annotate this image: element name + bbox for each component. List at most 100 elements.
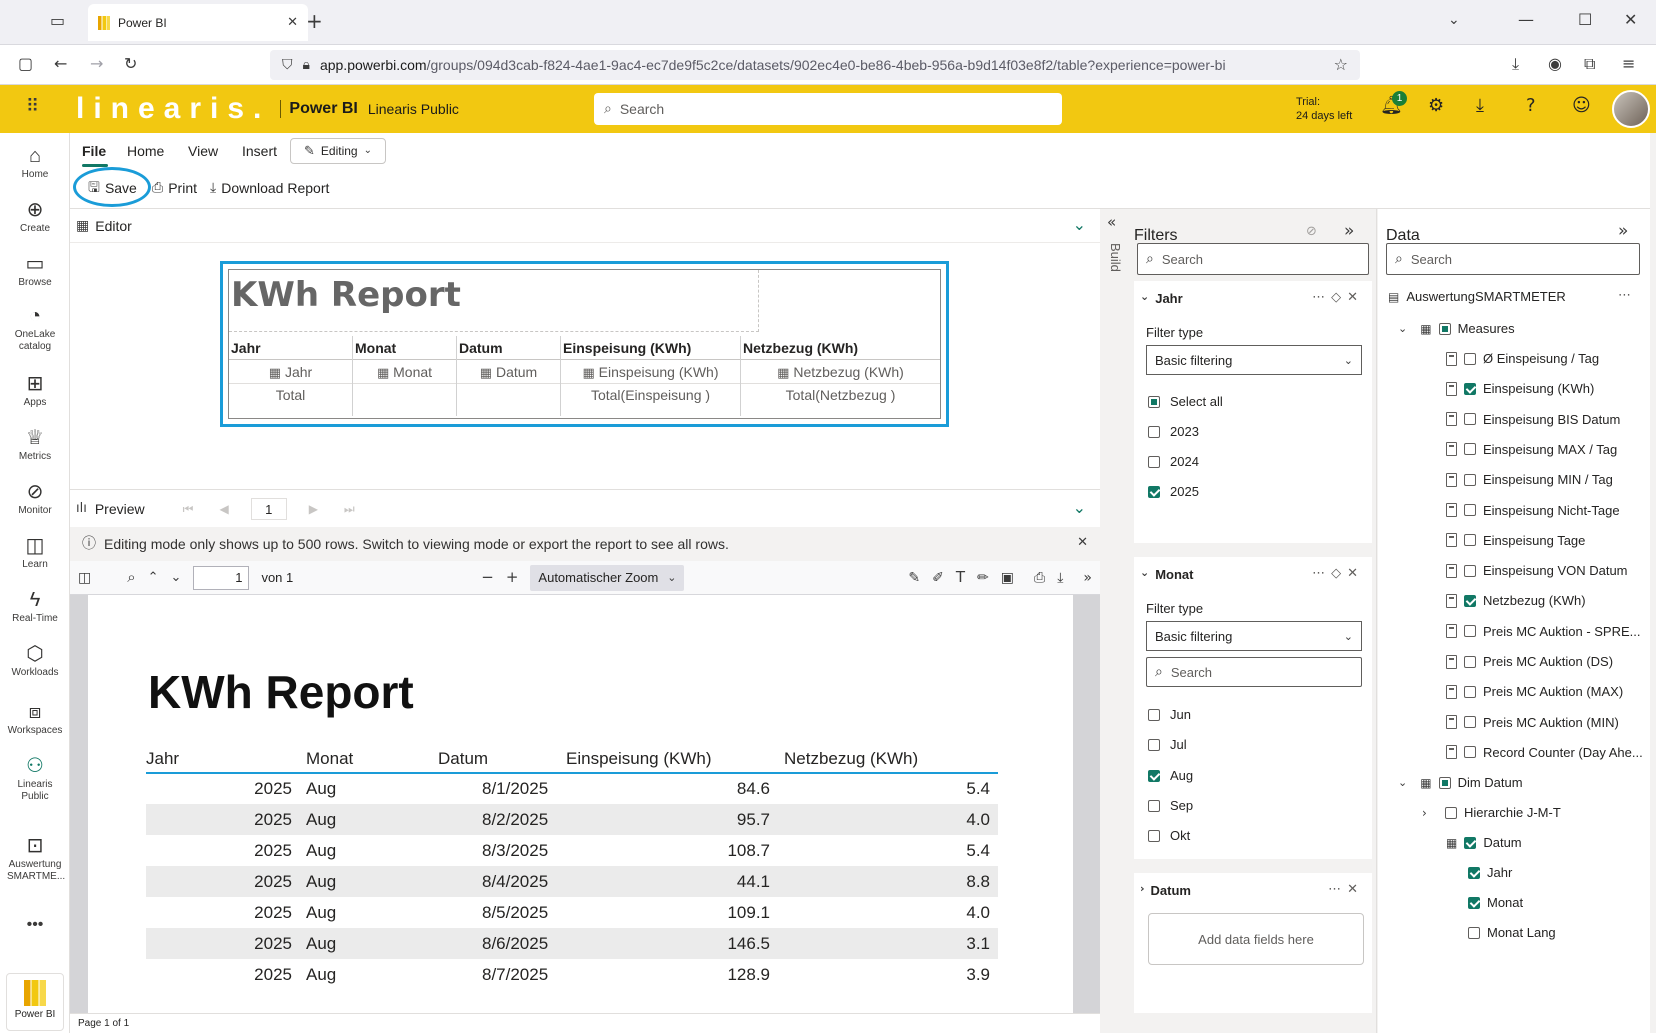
page-number-input[interactable]: 1 (250, 497, 287, 520)
print-button[interactable]: ⎙ Print (152, 180, 197, 196)
filter-card-header[interactable]: ⌄ Monat (1140, 567, 1194, 582)
monat-search-input[interactable]: ⌕ Search (1146, 657, 1362, 687)
measure-item[interactable]: Ø Einspeisung / Tag (1446, 351, 1599, 366)
checkbox[interactable] (1464, 655, 1476, 668)
measure-item[interactable]: Einspeisung (KWh) (1446, 381, 1594, 396)
app-launcher-icon[interactable]: ⠿ (26, 98, 39, 116)
collapse-right-icon[interactable]: » (1344, 223, 1354, 240)
highlight-icon[interactable]: ✐ (932, 571, 944, 585)
measure-item[interactable]: Einspeisung MAX / Tag (1446, 442, 1617, 457)
measure-item[interactable]: Preis MC Auktion (MAX) (1446, 684, 1623, 699)
checkbox[interactable] (1464, 534, 1476, 547)
collapse-chevron-icon[interactable]: ⌄ (1073, 500, 1086, 516)
tab-home[interactable]: Home (127, 143, 164, 159)
minimize-icon[interactable]: — (1518, 12, 1534, 28)
checkbox[interactable] (1148, 708, 1160, 721)
nav-learn[interactable]: ◫ Learn (0, 533, 70, 571)
dim-field-item[interactable]: Monat (1468, 895, 1523, 910)
measure-item[interactable]: Einspeisung VON Datum (1446, 563, 1628, 578)
filter-type-dropdown[interactable]: Basic filtering ⌄ (1146, 345, 1362, 375)
filter-option[interactable]: Jun (1148, 707, 1191, 722)
filter-option[interactable]: 2024 (1148, 454, 1199, 469)
dim-field-item[interactable]: Monat Lang (1468, 925, 1556, 940)
chevron-down-icon[interactable]: ⌄ (1448, 13, 1460, 27)
nav-auswertung[interactable]: ⊡ Auswertung SMARTME... (0, 833, 70, 883)
close-icon[interactable]: ✕ (1077, 536, 1088, 549)
edit-icon[interactable]: ✎ (908, 571, 920, 585)
account-icon[interactable]: ◉ (1548, 56, 1562, 72)
table-column[interactable]: Datum ▦ Datum (457, 336, 561, 416)
editing-mode-dropdown[interactable]: ✎ Editing ⌄ (290, 138, 386, 164)
feedback-icon[interactable]: ☺ (1572, 97, 1591, 115)
url-field[interactable]: ⛉ 🔒︎ app.powerbi.com/groups/094d3cab-f82… (270, 50, 1360, 80)
table-column[interactable]: Monat ▦ Monat (353, 336, 457, 416)
report-selection-frame[interactable]: KWh Report Jahr ▦ Jahr Total Monat ▦ Mon… (220, 261, 949, 427)
tab-view[interactable]: View (188, 143, 218, 159)
chevron-up-icon[interactable]: ⌃ (148, 571, 159, 584)
checkbox[interactable] (1464, 594, 1476, 607)
trial-info[interactable]: Trial: 24 days left (1296, 95, 1352, 123)
nav-realtime[interactable]: ϟ Real-Time (0, 587, 70, 625)
gear-icon[interactable]: ⚙ (1428, 97, 1444, 115)
collapse-left-icon[interactable]: « (1107, 215, 1116, 230)
checkbox[interactable] (1148, 769, 1160, 782)
measure-item[interactable]: Einspeisung Nicht-Tage (1446, 503, 1620, 518)
next-page-icon[interactable]: ▶ (309, 503, 318, 515)
build-tab[interactable]: Build (1108, 243, 1123, 272)
checkbox[interactable] (1468, 866, 1480, 879)
help-icon[interactable]: ? (1526, 97, 1536, 115)
filter-card-controls[interactable]: ⋯✕ (1328, 881, 1364, 897)
data-search-input[interactable]: ⌕ Search (1386, 243, 1640, 275)
collapse-chevron-icon[interactable]: ⌄ (1073, 217, 1086, 233)
brand[interactable]: linearis. Power BI Linearis Public (76, 92, 459, 126)
measure-item[interactable]: Preis MC Auktion (DS) (1446, 654, 1613, 669)
checkbox[interactable] (1468, 926, 1480, 939)
nav-home[interactable]: ⌂ Home (0, 143, 70, 181)
measure-item[interactable]: Preis MC Auktion (MIN) (1446, 715, 1619, 730)
checkbox[interactable] (1148, 455, 1160, 468)
filter-option[interactable]: Sep (1148, 798, 1193, 813)
checkbox[interactable] (1148, 425, 1160, 438)
extensions-icon[interactable]: ⧉ (1584, 56, 1595, 72)
checkbox[interactable] (1148, 485, 1160, 498)
model-item[interactable]: ▤ AuswertungSMARTMETER (1388, 289, 1566, 304)
zoom-in-icon[interactable]: + (506, 570, 519, 585)
checkbox[interactable] (1464, 382, 1476, 395)
checkbox[interactable] (1468, 896, 1480, 909)
checkbox[interactable] (1464, 625, 1476, 638)
filter-card-header[interactable]: ⌄ Jahr (1140, 291, 1183, 306)
avatar[interactable] (1612, 90, 1650, 128)
checkbox[interactable] (1438, 776, 1451, 789)
filter-option[interactable]: Jul (1148, 737, 1187, 752)
sidebar-toggle-icon[interactable]: ◫ (78, 571, 91, 585)
global-search-input[interactable]: ⌕ Search (594, 93, 1062, 125)
save-pdf-icon[interactable]: ⤓ (1057, 571, 1063, 585)
dim-field-item[interactable]: › Hierarchie J-M-T (1422, 805, 1561, 820)
report-canvas[interactable]: KWh Report Jahr ▦ Jahr Total Monat ▦ Mon… (228, 269, 941, 419)
last-page-icon[interactable]: ⏭ (344, 503, 355, 515)
nav-workloads[interactable]: ⬡ Workloads (0, 641, 70, 679)
more-tools-icon[interactable]: » (1083, 571, 1092, 585)
measure-item[interactable]: Einspeisung MIN / Tag (1446, 472, 1613, 487)
measure-item[interactable]: Einspeisung Tage (1446, 533, 1585, 548)
pdf-page-input[interactable]: 1 (193, 565, 250, 590)
filter-option[interactable]: Okt (1148, 828, 1190, 843)
checkbox[interactable] (1464, 443, 1476, 456)
close-window-icon[interactable]: ✕ (1624, 12, 1637, 28)
first-page-icon[interactable]: ⏮ (183, 503, 194, 515)
nav-linearis-public[interactable]: ⚇ Linearis Public (0, 753, 70, 803)
checkbox[interactable] (1148, 829, 1160, 842)
back-icon[interactable]: ← (54, 56, 67, 72)
measure-item[interactable]: Einspeisung BIS Datum (1446, 412, 1620, 427)
dim-datum-group[interactable]: ⌄ ▦ Dim Datum (1398, 775, 1523, 790)
checkbox[interactable] (1464, 413, 1476, 426)
nav-apps[interactable]: ⊞ Apps (0, 371, 70, 409)
image-icon[interactable]: ▣ (1001, 571, 1014, 585)
checkbox[interactable] (1464, 836, 1477, 849)
sidebar-toggle-icon[interactable]: ▢ (18, 56, 33, 72)
filter-option[interactable]: Select all (1148, 394, 1223, 409)
checkbox[interactable] (1464, 685, 1476, 698)
downloads-icon[interactable]: ⤓ (1512, 56, 1519, 72)
collapse-right-icon[interactable]: » (1618, 223, 1628, 240)
checkbox[interactable] (1464, 473, 1476, 486)
